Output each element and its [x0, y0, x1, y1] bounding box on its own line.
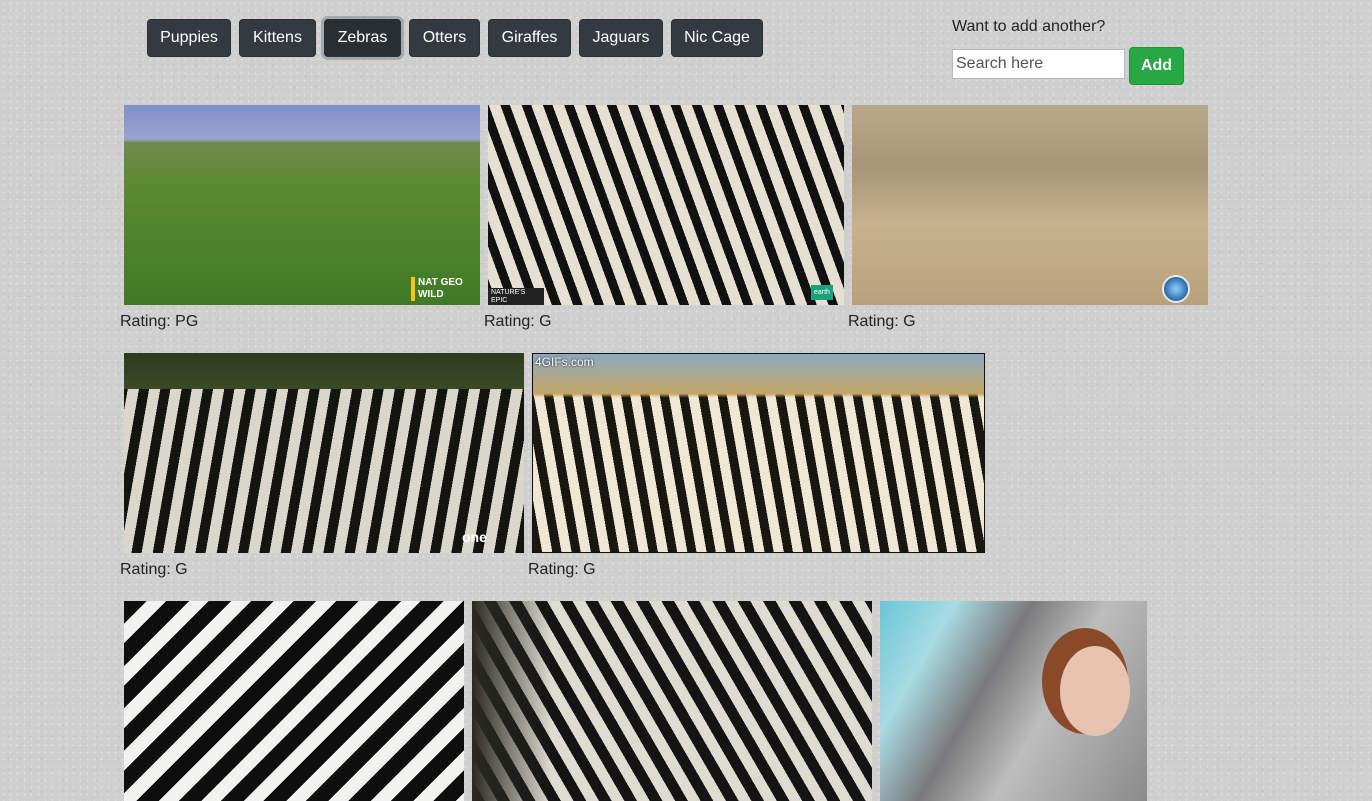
search-input[interactable] — [952, 49, 1125, 79]
gif-rating: Rating: G — [120, 561, 188, 578]
gif-image[interactable]: 4GIFs.com — [532, 353, 985, 553]
gif-image[interactable] — [124, 601, 464, 801]
topic-button-puppies[interactable]: Puppies — [147, 19, 231, 57]
topic-button-otters[interactable]: Otters — [409, 19, 480, 57]
discovery-globe-icon — [1162, 275, 1190, 303]
gif-image[interactable] — [880, 601, 1147, 801]
gif-rating: Rating: G — [848, 313, 916, 330]
gif-image[interactable]: NAT GEO WILD — [124, 105, 480, 305]
topic-button-giraffes[interactable]: Giraffes — [488, 19, 571, 57]
gif-image[interactable]: one — [124, 353, 524, 553]
bbc-earth-watermark: earth — [811, 285, 833, 300]
natures-epic-journeys-watermark: NATURE'S EPIC JOURNEYS — [488, 288, 544, 305]
gif-rating: Rating: G — [484, 313, 552, 330]
add-prompt: Want to add another? — [952, 18, 1106, 35]
topic-button-zebras[interactable]: Zebras — [324, 19, 401, 57]
4gifs-watermark: 4GIFs.com — [535, 355, 594, 369]
topic-button-nic-cage[interactable]: Nic Cage — [671, 19, 763, 57]
nat-geo-wild-watermark: NAT GEO WILD — [411, 277, 468, 301]
gif-image[interactable]: NATURE'S EPIC JOURNEYS earth — [488, 105, 844, 305]
gif-rating: Rating: G — [528, 561, 596, 578]
topic-button-kittens[interactable]: Kittens — [239, 19, 316, 57]
topic-button-jaguars[interactable]: Jaguars — [579, 19, 663, 57]
add-button[interactable]: Add — [1129, 47, 1184, 85]
person-face — [1060, 646, 1130, 736]
gif-rating: Rating: PG — [120, 313, 199, 330]
bbc-one-watermark: one — [462, 529, 487, 545]
gif-image[interactable] — [472, 601, 872, 801]
gif-image[interactable] — [852, 105, 1208, 305]
